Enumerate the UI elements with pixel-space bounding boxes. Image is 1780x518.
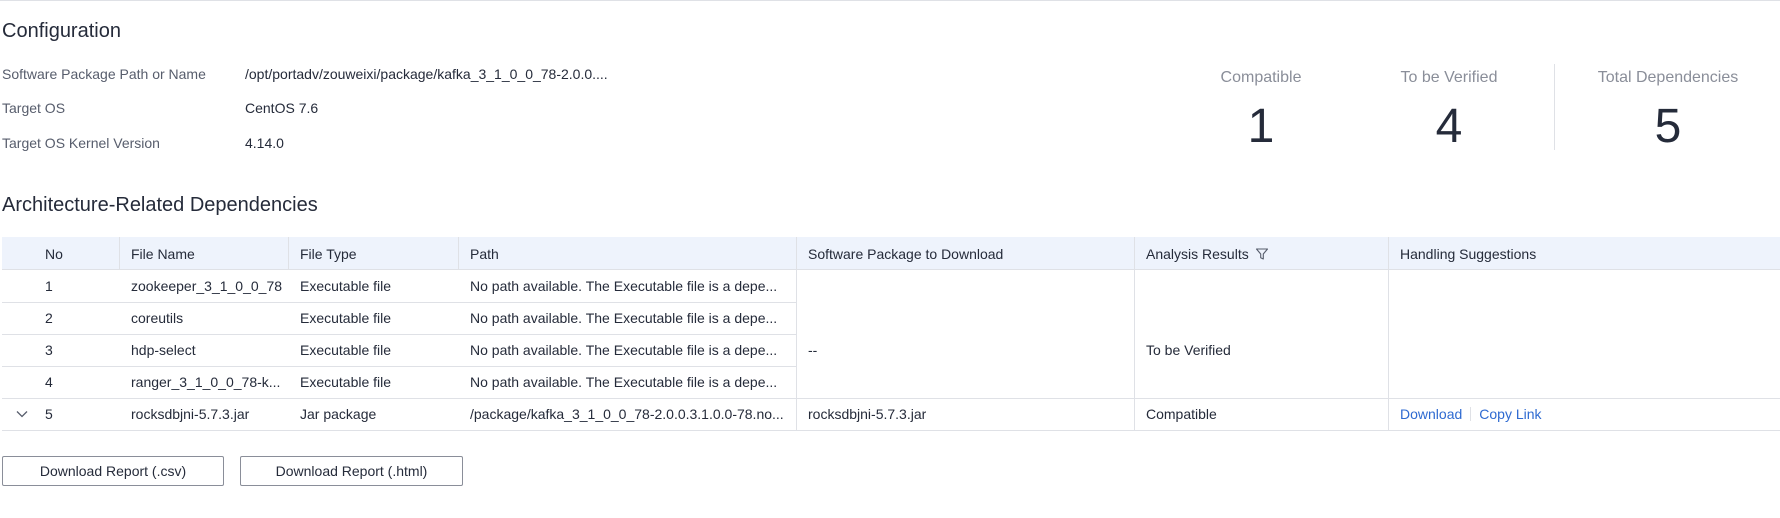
table-row: 4 ranger_3_1_0_0_78-k... Executable file… (2, 366, 1780, 398)
download-report-csv-button[interactable]: Download Report (.csv) (2, 456, 224, 486)
column-header-analysis-results-label: Analysis Results (1146, 246, 1249, 262)
cell-no: 3 (45, 342, 53, 358)
header-separator (288, 237, 289, 269)
column-header-path: Path (470, 246, 499, 262)
config-value-package-path: /opt/portadv/zouweixi/package/kafka_3_1_… (245, 66, 608, 82)
header-separator (119, 237, 120, 269)
cell-path: No path available. The Executable file i… (470, 310, 778, 326)
cell-result: Compatible (1146, 406, 1217, 422)
cell-file-type: Jar package (300, 406, 377, 422)
cell-file-name: zookeeper_3_1_0_0_78 (131, 278, 283, 294)
stat-total-dependencies: Total Dependencies 5 (1568, 66, 1768, 154)
header-separator (458, 237, 459, 269)
row-divider (2, 430, 1780, 431)
cell-no: 1 (45, 278, 53, 294)
chevron-down-icon[interactable] (16, 410, 28, 418)
configuration-title: Configuration (2, 20, 121, 42)
cell-file-name: coreutils (131, 310, 184, 326)
header-separator (1388, 237, 1389, 269)
column-header-package: Software Package to Download (808, 246, 1004, 262)
cell-no: 5 (45, 406, 53, 422)
cell-path: No path available. The Executable file i… (470, 278, 778, 294)
cell-no: 4 (45, 374, 53, 390)
config-label: Target OS Kernel Version (2, 135, 160, 151)
header-separator (1134, 237, 1135, 269)
stat-value: 1 (1247, 100, 1275, 153)
cell-package: rocksdbjni-5.7.3.jar (808, 406, 927, 422)
stat-value: 5 (1654, 100, 1682, 153)
column-header-file-type: File Type (300, 246, 357, 262)
stat-label: To be Verified (1400, 69, 1498, 86)
header-separator (796, 237, 797, 269)
cell-result-group: To be Verified (1146, 342, 1231, 358)
table-row: 1 zookeeper_3_1_0_0_78 Executable file N… (2, 270, 1780, 302)
download-report-html-button[interactable]: Download Report (.html) (240, 456, 463, 486)
cell-handling-suggestions: Download Copy Link (1400, 398, 1542, 430)
cell-path: /package/kafka_3_1_0_0_78-2.0.0.3.1.0.0-… (470, 406, 784, 422)
table-header: No File Name File Type Path Software Pac… (2, 237, 1780, 270)
column-header-file-name: File Name (131, 246, 195, 262)
cell-file-name: hdp-select (131, 342, 196, 358)
cell-path: No path available. The Executable file i… (470, 342, 778, 358)
stat-value: 4 (1435, 100, 1463, 153)
column-header-handling-suggestions: Handling Suggestions (1400, 246, 1537, 262)
stat-label: Total Dependencies (1597, 69, 1739, 86)
cell-file-name: ranger_3_1_0_0_78-k... (131, 374, 281, 390)
config-label: Target OS (2, 100, 66, 116)
config-value-target-os: CentOS 7.6 (245, 100, 319, 116)
stat-compatible: Compatible 1 (1161, 66, 1361, 154)
copy-link[interactable]: Copy Link (1479, 406, 1541, 422)
stat-divider (1554, 64, 1555, 150)
cell-path: No path available. The Executable file i… (470, 374, 778, 390)
cell-file-type: Executable file (300, 374, 392, 390)
cell-package-group: -- (808, 342, 818, 358)
column-header-no: No (45, 246, 63, 262)
config-label: Software Package Path or Name (2, 66, 206, 82)
link-divider (1470, 407, 1472, 421)
stat-label: Compatible (1220, 69, 1302, 86)
download-link[interactable]: Download (1400, 406, 1462, 422)
stat-to-be-verified: To be Verified 4 (1349, 66, 1549, 154)
dependencies-title: Architecture-Related Dependencies (2, 194, 318, 216)
top-divider (0, 0, 1780, 1)
cell-file-type: Executable file (300, 278, 392, 294)
cell-file-type: Executable file (300, 342, 392, 358)
cell-no: 2 (45, 310, 53, 326)
table-row: 2 coreutils Executable file No path avai… (2, 302, 1780, 334)
table-row: 5 rocksdbjni-5.7.3.jar Jar package /pack… (2, 398, 1780, 430)
filter-icon[interactable] (1255, 247, 1269, 261)
column-header-analysis-results[interactable]: Analysis Results (1146, 237, 1269, 269)
cell-file-name: rocksdbjni-5.7.3.jar (131, 406, 250, 422)
table-row: 3 hdp-select Executable file No path ava… (2, 334, 1780, 366)
config-value-kernel-version: 4.14.0 (245, 135, 284, 151)
cell-file-type: Executable file (300, 310, 392, 326)
